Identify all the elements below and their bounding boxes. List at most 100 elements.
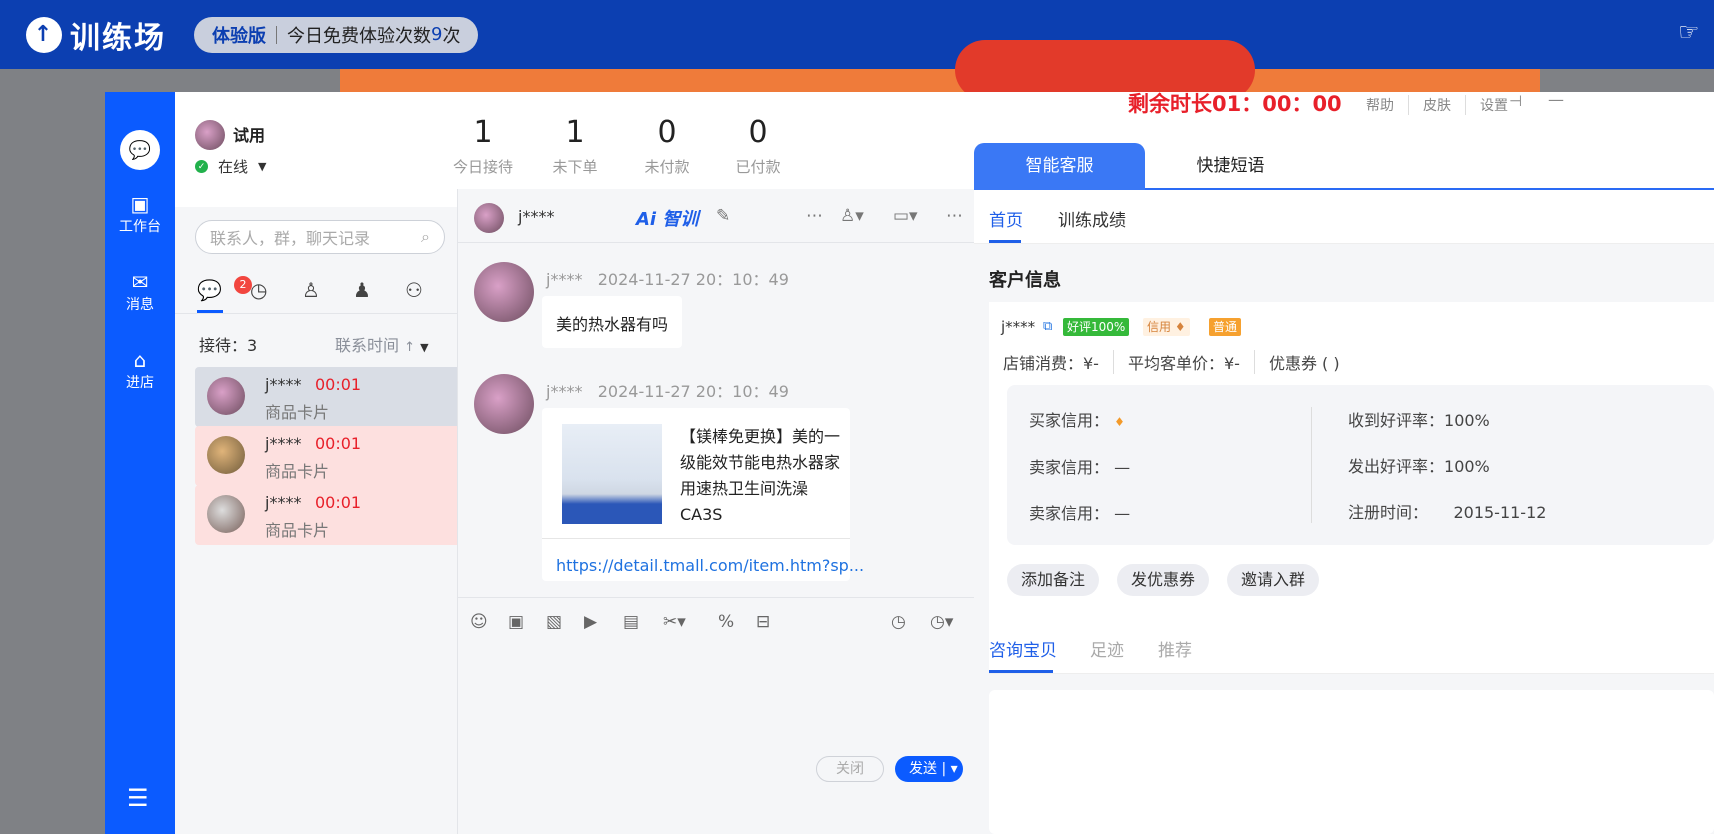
stat-unpaid: 0 未付款 [622,115,712,177]
edit-note-icon[interactable]: ✎ [716,206,730,226]
avatar [474,374,534,434]
tab-footprints[interactable]: 足迹 [1090,636,1124,661]
rail-item-label: 工作台 [119,219,161,235]
tab-smart-service[interactable]: 智能客服 [974,143,1145,190]
remaining-time: 剩余时长01：00：00 [1128,92,1342,116]
sort-dropdown[interactable]: 联系时间 ↑ ▼ [335,332,429,356]
conversation-wait-time: 00:01 [315,493,362,512]
tab-chat[interactable]: 💬 2 [197,276,252,302]
seller-credit: 卖家信用： — [1029,454,1130,478]
store-icon: ⌂ [133,348,147,372]
send-button[interactable]: 发送 | ▾ [895,756,963,782]
org-tree-icon[interactable]: ⚇ [405,278,423,302]
stat-value: 1 [473,115,493,150]
pin-icon[interactable]: ⊣ [1509,92,1522,110]
schedule-icon[interactable]: ◷▾ [930,612,953,632]
user-icon[interactable]: ♙ [302,278,320,302]
customer-name: j**** [1001,318,1036,336]
folder-icon[interactable]: ▤ [623,612,639,632]
message-icon: ✉ [131,270,149,294]
good-review-tag: 好评100% [1063,318,1130,336]
percent-icon[interactable]: % [718,612,734,632]
close-button[interactable]: 关闭 [816,756,884,782]
ai-training-button[interactable]: Ai 智训 [636,205,698,231]
tab-home[interactable]: 首页 [989,206,1023,231]
message-bubble: 美的热水器有吗 [542,296,682,348]
history-icon[interactable]: ◷ [891,612,906,632]
received-good-rate-label: 收到好评率： [1348,411,1445,430]
message-input-area[interactable]: ☺ ▣ ▧ ▶ ▤ ✂▾ % ⊟ ◷ ◷▾ 关闭 发送 | ▾ [458,597,975,834]
receipt-icon[interactable]: ⊟ [756,612,770,632]
stat-label: 今日接待 [452,158,513,176]
video-play-icon[interactable]: ▶ [584,612,597,632]
product-image [562,424,662,524]
chat-app-icon[interactable]: 💬 [120,130,160,170]
conversation-name: j**** [265,493,302,512]
conversation-item[interactable]: j**** 00:01 商品卡片 [195,485,478,545]
group-icon[interactable]: ♟ [353,278,371,302]
trial-count: 9 [431,24,443,45]
transfer-user-icon[interactable]: ♙▾ [840,206,864,226]
credit-box: 买家信用： ♦ 卖家信用： — 卖家信用： — 收到好评率：100% 发出好评率… [1007,385,1714,545]
exit-icon[interactable]: ☞ [1678,18,1710,50]
level-tag: 普通 [1209,318,1242,336]
diamond-icon: ♦ [1114,415,1125,429]
caret-down-icon: ▼ [258,160,267,173]
clock-icon[interactable]: ◷ [250,278,267,302]
add-note-button[interactable]: 添加备注 [1007,564,1100,596]
avatar [474,203,504,233]
conversation-item[interactable]: j**** 00:01 商品卡片 [195,367,478,427]
text-icon[interactable]: ▣ [508,612,524,632]
background-banner [340,69,1540,93]
stat-paid: 0 已付款 [713,115,803,177]
avatar[interactable] [195,120,225,150]
buyer-credit: 买家信用： ♦ [1029,407,1125,431]
search-placeholder: 联系人，群，聊天记录 [210,229,371,248]
tab-recommend[interactable]: 推荐 [1158,636,1192,661]
more-chat-icon[interactable]: ⋯ [806,206,823,226]
minimize-icon[interactable]: — [1548,90,1564,109]
rail-item-workbench[interactable]: ▣ 工作台 [105,192,175,236]
help-link[interactable]: 帮助 [1352,95,1409,115]
stat-label: 未下单 [552,158,598,176]
conversation-name: j**** [265,375,302,394]
stat-today-received: 1 今日接待 [438,115,528,177]
rail-item-store[interactable]: ⌂ 进店 [105,348,175,392]
search-icon[interactable]: ⌕ [421,227,430,247]
product-card[interactable]: 【镁棒免更换】美的一级能效节能电热水器家用速热卫生间洗澡CA3S https:/… [542,408,864,581]
product-tabs: 咨询宝贝 足迹 推荐 [989,620,1714,674]
online-status-dropdown[interactable]: ✓ 在线 ▼ [195,156,266,177]
copy-icon[interactable]: ⧉ [1043,319,1052,334]
more-icon[interactable]: ⋯ [946,206,963,226]
stat-value: 0 [748,115,768,150]
seller-credit: 卖家信用： — [1029,500,1130,524]
invite-group-button[interactable]: 邀请入群 [1227,564,1320,596]
conversation-wait-time: 00:01 [315,434,362,453]
avatar [207,377,245,415]
chat-contact-name: j**** [518,207,555,226]
stat-value: 0 [657,115,677,150]
avg-price: 平均客单价：¥- [1128,350,1255,374]
buyer-credit-label: 买家信用： [1029,411,1110,430]
product-title: 【镁棒免更换】美的一级能效节能电热水器家用速热卫生间洗澡CA3S [680,427,841,524]
send-coupon-button[interactable]: 发优惠券 [1117,564,1210,596]
coupon-info: 优惠券 ( ) [1268,354,1340,373]
tab-training-score[interactable]: 训练成绩 [1058,206,1126,231]
scissors-icon[interactable]: ✂▾ [663,612,686,632]
emoji-icon[interactable]: ☺ [470,612,488,632]
check-icon: ✓ [195,160,208,173]
avatar [474,262,534,322]
conversation-item[interactable]: j**** 00:01 商品卡片 [195,426,478,486]
image-icon[interactable]: ▧ [546,612,562,632]
tab-consulted-items[interactable]: 咨询宝贝 [989,636,1057,661]
video-icon[interactable]: ▭▾ [893,206,918,226]
skin-link[interactable]: 皮肤 [1409,95,1466,115]
product-link[interactable]: https://detail.tmall.com/item.htm?sp... [556,556,864,575]
menu-icon[interactable]: ☰ [127,784,149,812]
rail-item-message[interactable]: ✉ 消息 [105,270,175,314]
tab-quick-phrases[interactable]: 快捷短语 [1145,143,1316,190]
sort-label: 联系时间 [335,336,400,355]
active-tab-underline [989,670,1053,673]
search-input[interactable]: 联系人，群，聊天记录 ⌕ [195,220,445,254]
section-title: 客户信息 [989,270,1061,291]
